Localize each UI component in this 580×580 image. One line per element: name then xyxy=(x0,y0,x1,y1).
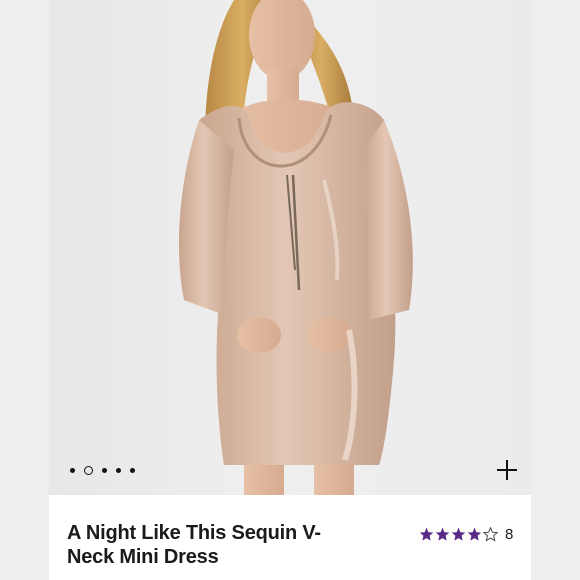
star-filled-icon xyxy=(467,527,482,541)
product-card[interactable]: A Night Like This Sequin V-Neck Mini Dre… xyxy=(49,0,531,580)
star-filled-icon xyxy=(435,527,450,541)
plus-icon[interactable] xyxy=(496,459,518,481)
star-filled-icon xyxy=(419,527,434,541)
product-photo-illustration xyxy=(179,0,413,495)
carousel-dot[interactable] xyxy=(130,468,135,473)
product-rating[interactable]: 8 xyxy=(419,526,513,543)
product-title[interactable]: A Night Like This Sequin V-Neck Mini Dre… xyxy=(67,521,367,569)
star-outline-icon xyxy=(483,527,498,542)
review-count: 8 xyxy=(505,526,514,543)
carousel-dot[interactable] xyxy=(70,468,75,473)
carousel-dot[interactable] xyxy=(116,468,121,473)
page: A Night Like This Sequin V-Neck Mini Dre… xyxy=(0,0,580,580)
carousel-dot[interactable] xyxy=(102,468,107,473)
star-filled-icon xyxy=(451,527,466,541)
carousel-dots xyxy=(70,466,135,475)
carousel-dot[interactable] xyxy=(84,466,93,475)
product-info: A Night Like This Sequin V-Neck Mini Dre… xyxy=(49,495,531,580)
product-photo[interactable] xyxy=(49,0,531,495)
